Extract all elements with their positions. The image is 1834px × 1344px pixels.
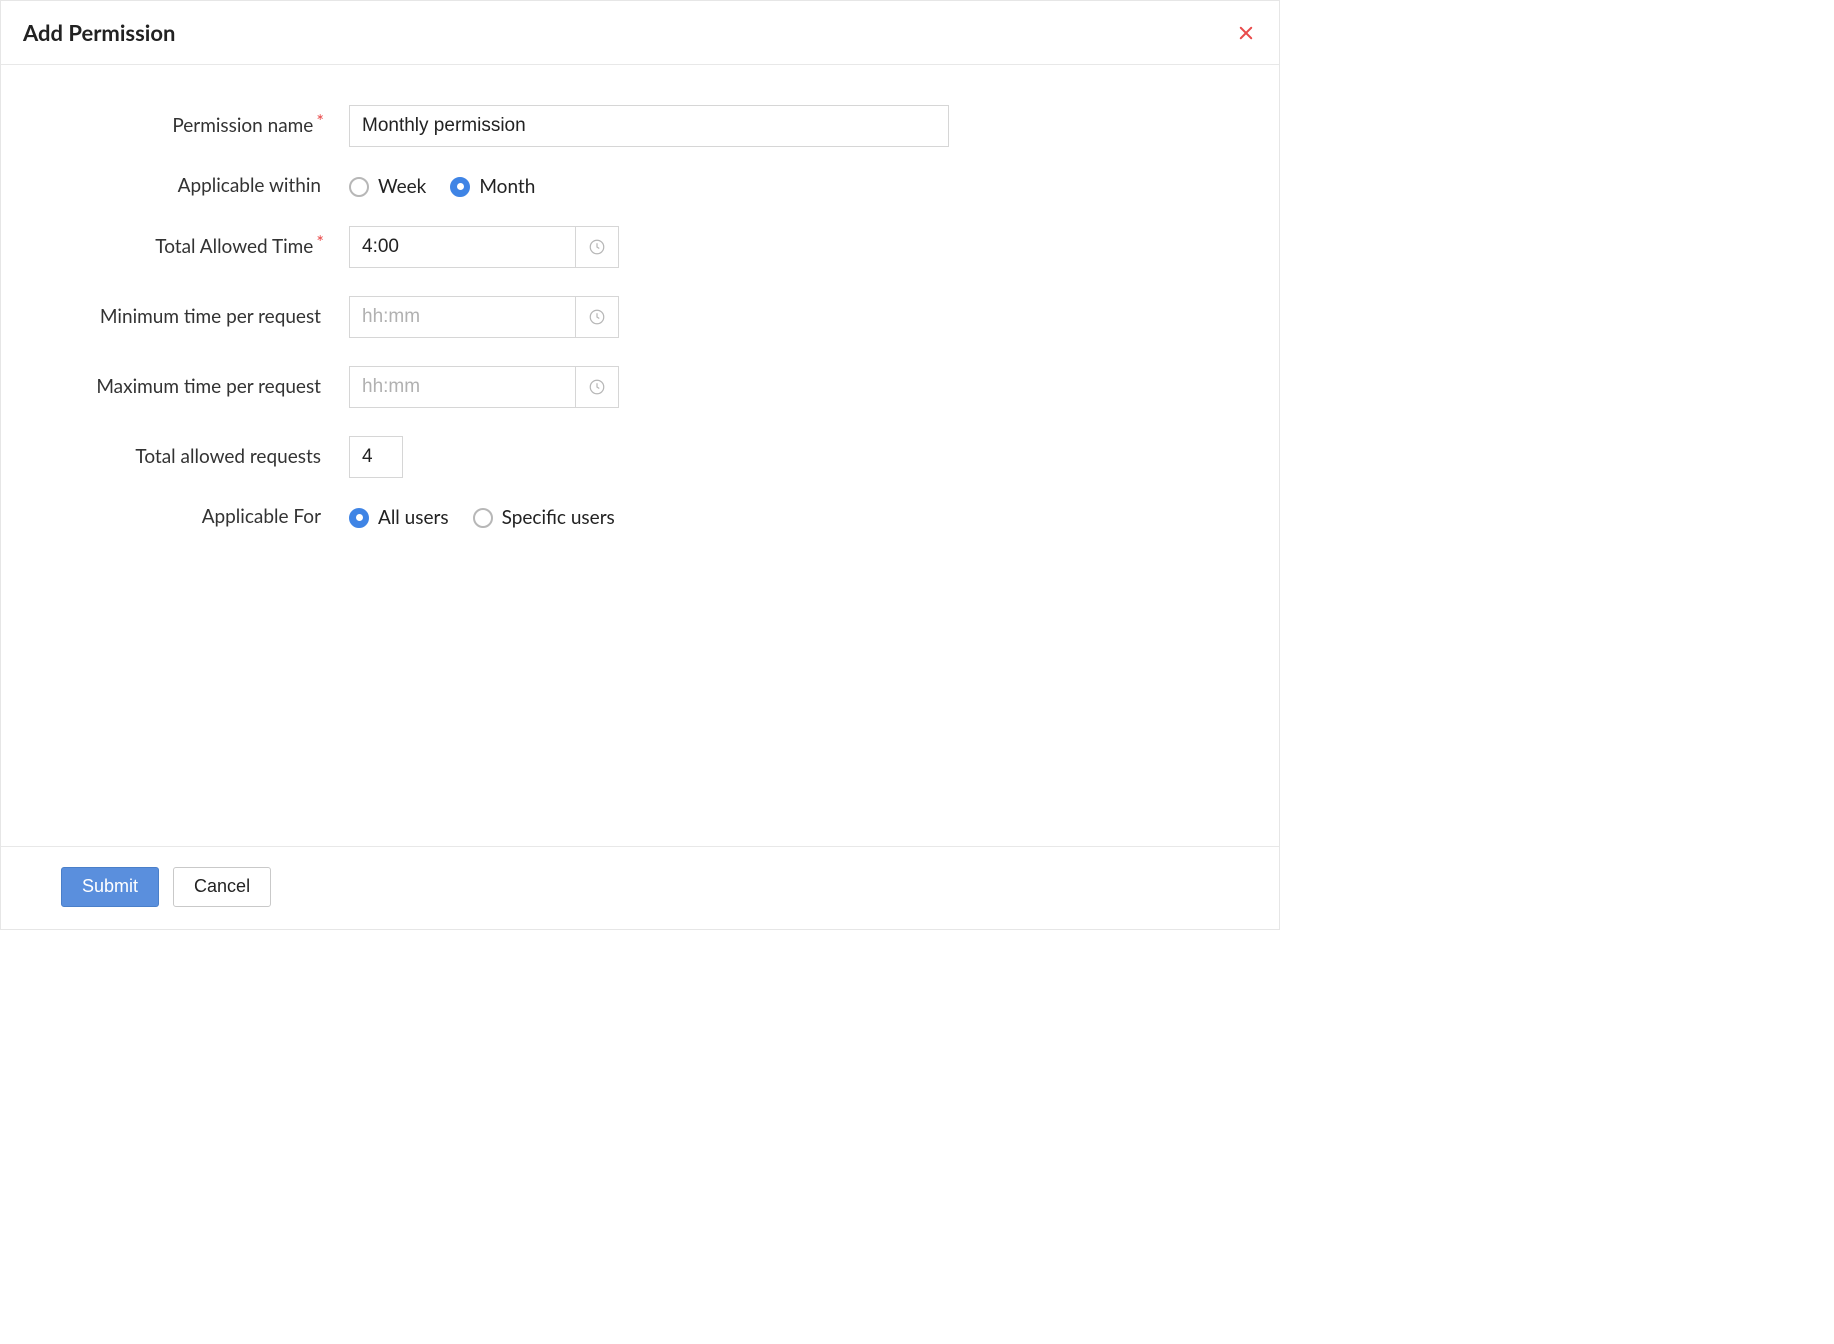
label-total-allowed-time: Total Allowed Time — [25, 236, 349, 259]
radio-all-users-circle — [349, 508, 369, 528]
radio-week[interactable]: Week — [349, 175, 426, 198]
label-min-time-per-request: Minimum time per request — [25, 306, 349, 329]
clock-icon — [588, 378, 606, 396]
modal-footer: Submit Cancel — [1, 846, 1279, 929]
min-time-input[interactable] — [349, 296, 575, 338]
modal-title: Add Permission — [23, 19, 175, 46]
row-total-allowed-requests: Total allowed requests — [25, 436, 1255, 478]
radio-all-users-label: All users — [378, 506, 449, 529]
row-max-time-per-request: Maximum time per request — [25, 366, 1255, 408]
permission-name-input[interactable] — [349, 105, 949, 147]
label-total-allowed-requests: Total allowed requests — [25, 446, 349, 469]
modal-header: Add Permission — [1, 1, 1279, 65]
max-time-clock-button[interactable] — [575, 366, 619, 408]
clock-icon — [588, 308, 606, 326]
label-permission-name: Permission name — [25, 115, 349, 138]
radio-month-circle — [450, 177, 470, 197]
row-permission-name: Permission name — [25, 105, 1255, 147]
radio-month[interactable]: Month — [450, 175, 535, 198]
cancel-button[interactable]: Cancel — [173, 867, 271, 907]
clock-icon — [588, 238, 606, 256]
label-max-time-per-request: Maximum time per request — [25, 376, 349, 399]
radio-week-label: Week — [378, 175, 426, 198]
radio-specific-users-circle — [473, 508, 493, 528]
close-icon — [1237, 24, 1255, 42]
submit-button[interactable]: Submit — [61, 867, 159, 907]
row-applicable-for: Applicable For All users Specific users — [25, 506, 1255, 529]
label-applicable-for: Applicable For — [25, 506, 349, 529]
radio-specific-users-label: Specific users — [502, 506, 615, 529]
total-allowed-requests-input[interactable] — [349, 436, 403, 478]
modal-body: Permission name Applicable within Week M… — [1, 65, 1279, 846]
row-min-time-per-request: Minimum time per request — [25, 296, 1255, 338]
add-permission-modal: Add Permission Permission name Applicabl… — [0, 0, 1280, 930]
label-applicable-within: Applicable within — [25, 175, 349, 198]
total-allowed-time-input[interactable] — [349, 226, 575, 268]
min-time-clock-button[interactable] — [575, 296, 619, 338]
close-button[interactable] — [1235, 22, 1257, 44]
total-allowed-time-clock-button[interactable] — [575, 226, 619, 268]
radio-specific-users[interactable]: Specific users — [473, 506, 615, 529]
row-total-allowed-time: Total Allowed Time — [25, 226, 1255, 268]
radio-week-circle — [349, 177, 369, 197]
max-time-input[interactable] — [349, 366, 575, 408]
radio-month-label: Month — [479, 175, 535, 198]
radio-all-users[interactable]: All users — [349, 506, 449, 529]
row-applicable-within: Applicable within Week Month — [25, 175, 1255, 198]
